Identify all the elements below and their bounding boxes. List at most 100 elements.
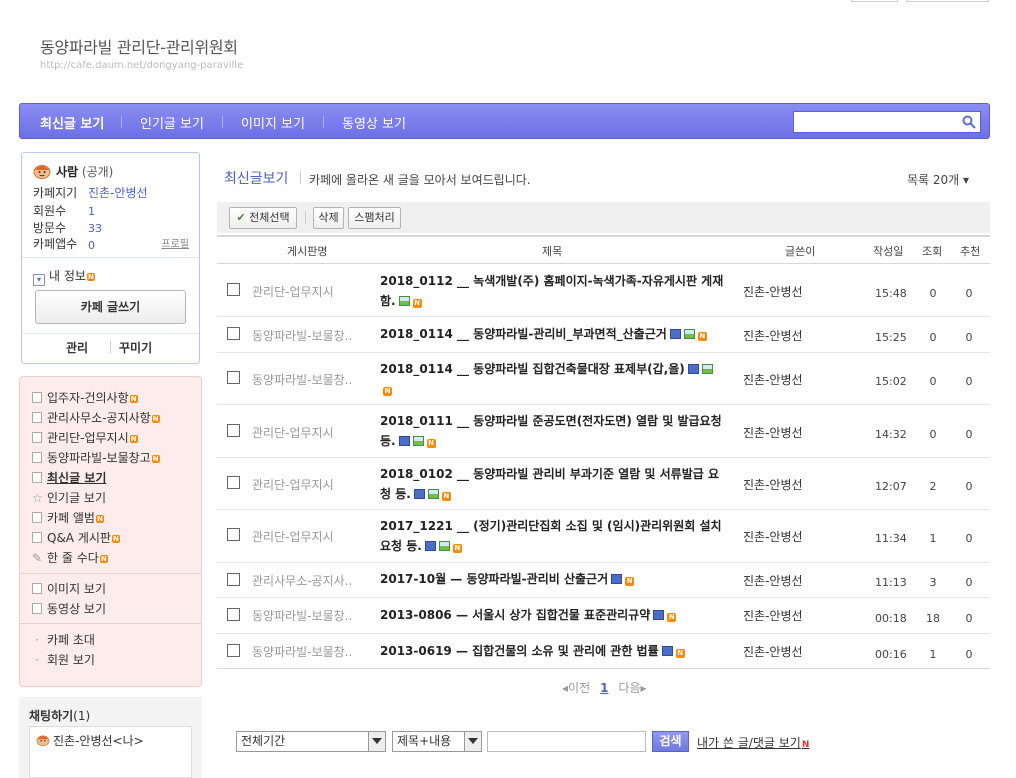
delete-button[interactable]: 삭제 [313, 207, 344, 229]
current-page[interactable]: 1 [600, 681, 608, 695]
cafe-title[interactable]: 동양파라빌 관리단-관리위원회 [40, 34, 238, 58]
row-board[interactable]: 관리사무소-공지사.. [252, 572, 352, 589]
nav-videos[interactable]: 동영상 보기 [342, 113, 406, 132]
nav-search-input[interactable] [793, 111, 981, 133]
row-writer[interactable]: 진촌-안병선 [743, 283, 803, 300]
row-writer[interactable]: 진촌-안병선 [743, 528, 803, 545]
top-tab-left[interactable] [851, 0, 898, 2]
row-writer[interactable]: 진촌-안병선 [743, 607, 803, 624]
prev-page-link[interactable]: ◂이전 [562, 681, 590, 695]
row-subject[interactable]: 2018_0114 __ 동양파라빌-관리비_부과면적_산출근거 N [380, 324, 728, 344]
menu-item-invite[interactable]: · 카페 초대 [32, 631, 95, 648]
nav-images[interactable]: 이미지 보기 [241, 113, 305, 132]
row-writer[interactable]: 진촌-안병선 [743, 424, 803, 441]
row-date: 11:13 [875, 576, 907, 589]
row-subject[interactable]: 2017_1221 __ (정기)관리단집회 소집 및 (임시)관리위원회 설치… [380, 516, 728, 556]
period-select[interactable]: 전체기간 [236, 731, 386, 752]
search-icon[interactable] [962, 115, 976, 129]
row-writer[interactable]: 진촌-안병선 [743, 572, 803, 589]
row-subject[interactable]: 2018_0112 __ 녹색개발(주) 홈페이지-녹색가족-자유게시판 게재함… [380, 271, 728, 311]
row-subject[interactable]: 2018_0114 __ 동양파라빌 집합건축물대장 표제부(갑,을) N [380, 359, 728, 399]
my-posts-link[interactable]: 내가 쓴 글/댓글 보기N [697, 734, 809, 751]
row-subject-text[interactable]: 2013-0806 — 서울시 상가 집합건물 표준관리규약 [380, 608, 650, 622]
row-board[interactable]: 관리단-업무지시 [252, 424, 334, 441]
manager-value[interactable]: 진촌-안병선 [88, 184, 148, 201]
row-writer[interactable]: 진촌-안병선 [743, 643, 803, 660]
row-writer[interactable]: 진촌-안병선 [743, 371, 803, 388]
row-subject[interactable]: 2018_0111 __ 동양파라빌 준공도면(전자도면) 열람 및 발급요청 … [380, 411, 728, 451]
video-icon [32, 603, 42, 614]
menu-item-oneline[interactable]: ✎ 한 줄 수다 N [32, 549, 108, 566]
menu-item-treasury[interactable]: 동양파라빌-보물창고 N [32, 449, 160, 466]
table-row[interactable]: 관리사무소-공지사.. 2017-10월 — 동양파라빌-관리비 산출근거 N 진… [217, 563, 990, 598]
row-subject-text[interactable]: 2018_0114 __ 동양파라빌-관리비_부과면적_산출근거 [380, 327, 667, 341]
table-row[interactable]: 관리단-업무지시 2018_0112 __ 녹색개발(주) 홈페이지-녹색가족-… [217, 264, 990, 317]
menu-item-suggestions[interactable]: 입주자-건의사항 N [32, 389, 138, 406]
menu-item-notices[interactable]: 관리사무소-공지사항 N [32, 409, 160, 426]
nav-latest[interactable]: 최신글 보기 [40, 113, 104, 132]
row-checkbox[interactable] [227, 283, 240, 296]
row-checkbox[interactable] [227, 608, 240, 621]
menu-item-qna[interactable]: Q&A 게시판 N [32, 529, 120, 546]
table-row[interactable]: 동양파라빌-보물창.. 2018_0114 __ 동양파라빌 집합건축물대장 표… [217, 353, 990, 405]
row-checkbox[interactable] [227, 528, 240, 541]
row-board[interactable]: 동양파라빌-보물창.. [252, 327, 352, 344]
admin-link[interactable]: 관리 [66, 339, 88, 356]
row-subject-text[interactable]: 2013-0619 — 집합건물의 소유 및 관리에 관한 법률 [380, 644, 659, 658]
chat-user[interactable]: 진촌-안병선<나> [36, 732, 144, 749]
row-board[interactable]: 관리단-업무지시 [252, 283, 334, 300]
table-row[interactable]: 동양파라빌-보물창.. 2013-0619 — 집합건물의 소유 및 관리에 관… [217, 634, 990, 669]
row-subject[interactable]: 2018_0102 __ 동양파라빌 관리비 부과기준 열람 및 서류발급 요청… [380, 464, 728, 504]
menu-item-members[interactable]: · 회원 보기 [32, 651, 95, 668]
menu-item-videos[interactable]: 동영상 보기 [32, 600, 106, 617]
row-subject-text[interactable]: 2018_0112 __ 녹색개발(주) 홈페이지-녹색가족-자유게시판 게재함… [380, 274, 723, 308]
row-checkbox[interactable] [227, 424, 240, 437]
list-count-dropdown[interactable]: 목록 20개 ▾ [907, 171, 969, 188]
select-all-button[interactable]: ✔ 전체선택 [229, 207, 297, 229]
profile-divider [22, 257, 199, 258]
row-checkbox[interactable] [227, 476, 240, 489]
table-row[interactable]: 관리단-업무지시 2017_1221 __ (정기)관리단집회 소집 및 (임시… [217, 510, 990, 563]
row-checkbox[interactable] [227, 573, 240, 586]
next-page-link[interactable]: 다음▸ [618, 681, 646, 695]
scope-select[interactable]: 제목+내용 [392, 731, 482, 752]
row-checkbox[interactable] [227, 327, 240, 340]
row-board[interactable]: 관리단-업무지시 [252, 476, 334, 493]
table-row[interactable]: 동양파라빌-보물창.. 2013-0806 — 서울시 상가 집합건물 표준관리… [217, 598, 990, 634]
row-writer[interactable]: 진촌-안병선 [743, 476, 803, 493]
menu-item-latest[interactable]: 최신글 보기 [32, 469, 106, 486]
cafe-url[interactable]: http://cafe.daum.net/dongyang-paraville [40, 60, 243, 71]
row-board[interactable]: 동양파라빌-보물창.. [252, 371, 352, 388]
cafe-write-button[interactable]: 카페 글쓰기 [35, 290, 186, 324]
menu-item-album[interactable]: 카페 앨범 N [32, 509, 104, 526]
decorate-link[interactable]: 꾸미기 [119, 339, 152, 356]
row-board[interactable]: 관리단-업무지시 [252, 528, 334, 545]
search-query-input[interactable] [487, 731, 646, 752]
spam-button[interactable]: 스팸처리 [348, 207, 401, 229]
table-row[interactable]: 관리단-업무지시 2018_0102 __ 동양파라빌 관리비 부과기준 열람 … [217, 458, 990, 510]
row-subject[interactable]: 2017-10월 — 동양파라빌-관리비 산출근거 N [380, 569, 728, 589]
row-checkbox[interactable] [227, 371, 240, 384]
menu-item-tasks[interactable]: 관리단-업무지시 N [32, 429, 138, 446]
chat-title[interactable]: 채팅하기(1) [29, 707, 90, 724]
nav-popular[interactable]: 인기글 보기 [140, 113, 204, 132]
table-row[interactable]: 관리단-업무지시 2018_0111 __ 동양파라빌 준공도면(전자도면) 열… [217, 405, 990, 458]
my-info-toggle[interactable]: ▾ 내 정보 N [33, 267, 95, 286]
row-board[interactable]: 동양파라빌-보물창.. [252, 607, 352, 624]
menu-item-images[interactable]: 이미지 보기 [32, 580, 106, 597]
profile-link[interactable]: 프로필 [161, 235, 189, 250]
row-writer[interactable]: 진촌-안병선 [743, 327, 803, 344]
menu-item-popular[interactable]: ☆ 인기글 보기 [32, 489, 106, 506]
row-subject[interactable]: 2013-0619 — 집합건물의 소유 및 관리에 관한 법률 N [380, 641, 728, 661]
row-checkbox[interactable] [227, 644, 240, 657]
row-subject-text[interactable]: 2018_0114 __ 동양파라빌 집합건축물대장 표제부(갑,을) [380, 362, 685, 376]
search-button[interactable]: 검색 [652, 731, 689, 752]
table-row[interactable]: 동양파라빌-보물창.. 2018_0114 __ 동양파라빌-관리비_부과면적_… [217, 317, 990, 353]
row-subject-text[interactable]: 2017-10월 — 동양파라빌-관리비 산출근거 [380, 572, 608, 586]
bullet-icon: · [35, 653, 39, 667]
members-value[interactable]: 1 [88, 205, 95, 218]
row-recommend: 0 [965, 480, 973, 493]
row-board[interactable]: 동양파라빌-보물창.. [252, 643, 352, 660]
row-subject[interactable]: 2013-0806 — 서울시 상가 집합건물 표준관리규약 N [380, 605, 728, 625]
top-tab-right[interactable] [906, 0, 989, 2]
